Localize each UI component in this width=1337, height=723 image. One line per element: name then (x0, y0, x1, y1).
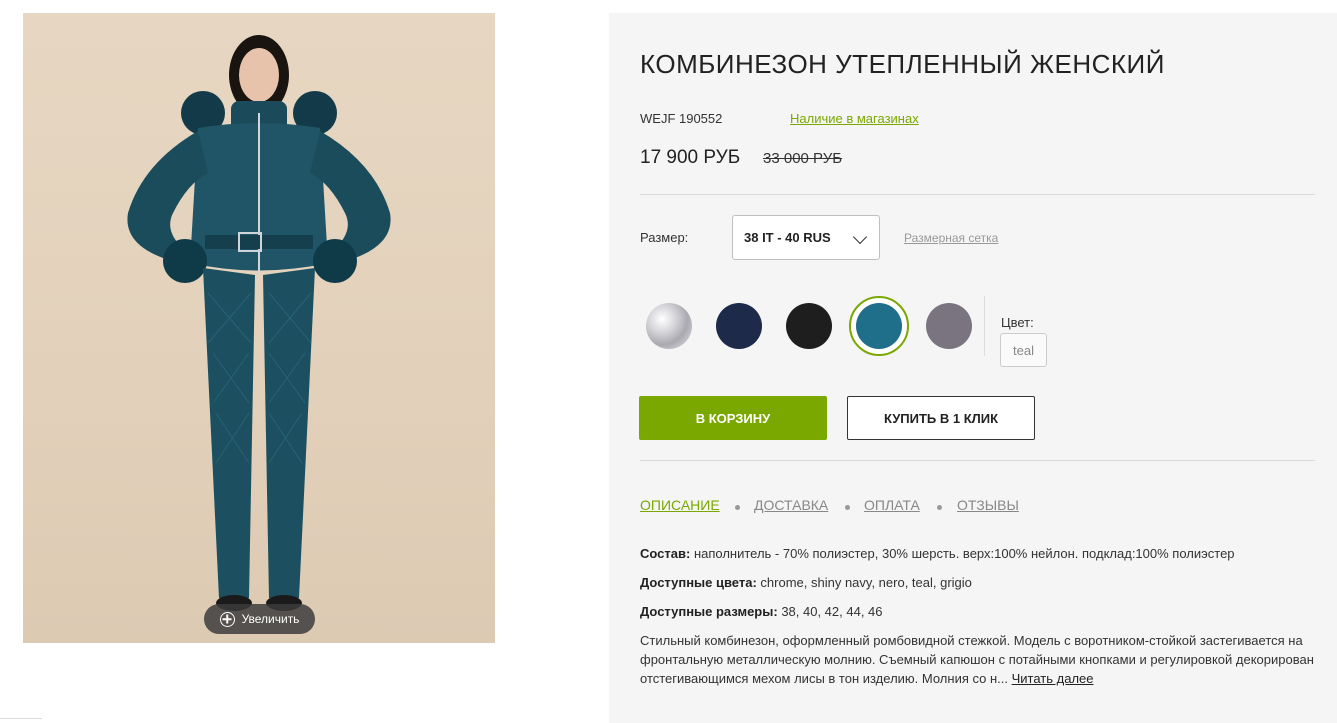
tab-description[interactable]: ОПИСАНИЕ (640, 497, 720, 513)
size-select[interactable]: 38 IT - 40 RUS (732, 215, 880, 260)
read-more-link[interactable]: Читать далее (1012, 671, 1094, 686)
swatch-chrome[interactable] (646, 303, 692, 349)
tab-reviews[interactable]: ОТЗЫВЫ (957, 497, 1019, 513)
colors-row: Доступные цвета: chrome, shiny navy, ner… (640, 575, 972, 590)
chevron-down-icon (852, 229, 868, 245)
available-sizes-label: Доступные размеры: (640, 604, 778, 619)
current-price: 17 900 РУБ (640, 147, 741, 168)
availability-link[interactable]: Наличие в магазинах (790, 111, 919, 126)
divider (640, 460, 1315, 461)
tab-separator (937, 505, 942, 510)
sizes-row: Доступные размеры: 38, 40, 42, 44, 46 (640, 604, 883, 619)
zoom-button[interactable]: Увеличить (204, 604, 315, 634)
selected-color-value: teal (1000, 333, 1047, 367)
swatch-shiny-navy[interactable] (716, 303, 762, 349)
color-divider (984, 296, 985, 356)
product-photo[interactable]: Увеличить (23, 13, 495, 643)
product-sku: WEJF 190552 (640, 111, 723, 126)
composition-value: наполнитель - 70% полиэстер, 30% шерсть.… (693, 546, 1235, 561)
available-sizes-value: 38, 40, 42, 44, 46 (781, 604, 883, 619)
page-edge-divider (0, 718, 42, 723)
tab-delivery[interactable]: ДОСТАВКА (754, 497, 828, 513)
zoom-plus-icon (219, 611, 235, 627)
description-body: Стильный комбинезон, оформленный ромбови… (640, 633, 1314, 686)
size-label: Размер: (640, 230, 689, 245)
composition-row: Состав: наполнитель - 70% полиэстер, 30%… (640, 546, 1235, 561)
buy-one-click-button[interactable]: КУПИТЬ В 1 КЛИК (847, 396, 1035, 440)
available-colors-value: chrome, shiny navy, nero, teal, grigio (760, 575, 972, 590)
tab-separator (735, 505, 740, 510)
tab-payment[interactable]: ОПЛАТА (864, 497, 920, 513)
product-title: КОМБИНЕЗОН УТЕПЛЕННЫЙ ЖЕНСКИЙ (640, 49, 1165, 79)
size-selected-value: 38 IT - 40 RUS (744, 230, 831, 245)
swatch-grigio[interactable] (926, 303, 972, 349)
available-colors-label: Доступные цвета: (640, 575, 757, 590)
divider (640, 194, 1315, 195)
swatch-teal[interactable] (856, 303, 902, 349)
model-illustration (127, 35, 391, 611)
size-chart-link[interactable]: Размерная сетка (904, 231, 998, 245)
add-to-cart-button[interactable]: В КОРЗИНУ (639, 396, 827, 440)
product-info-panel: КОМБИНЕЗОН УТЕПЛЕННЫЙ ЖЕНСКИЙ WEJF 19055… (609, 13, 1337, 723)
tab-separator (845, 505, 850, 510)
composition-label: Состав: (640, 546, 691, 561)
color-label: Цвет: (1001, 315, 1034, 330)
zoom-label: Увеличить (241, 612, 300, 626)
swatch-nero[interactable] (786, 303, 832, 349)
old-price: 33 000 РУБ (763, 150, 843, 167)
description-text: Стильный комбинезон, оформленный ромбови… (640, 631, 1315, 688)
